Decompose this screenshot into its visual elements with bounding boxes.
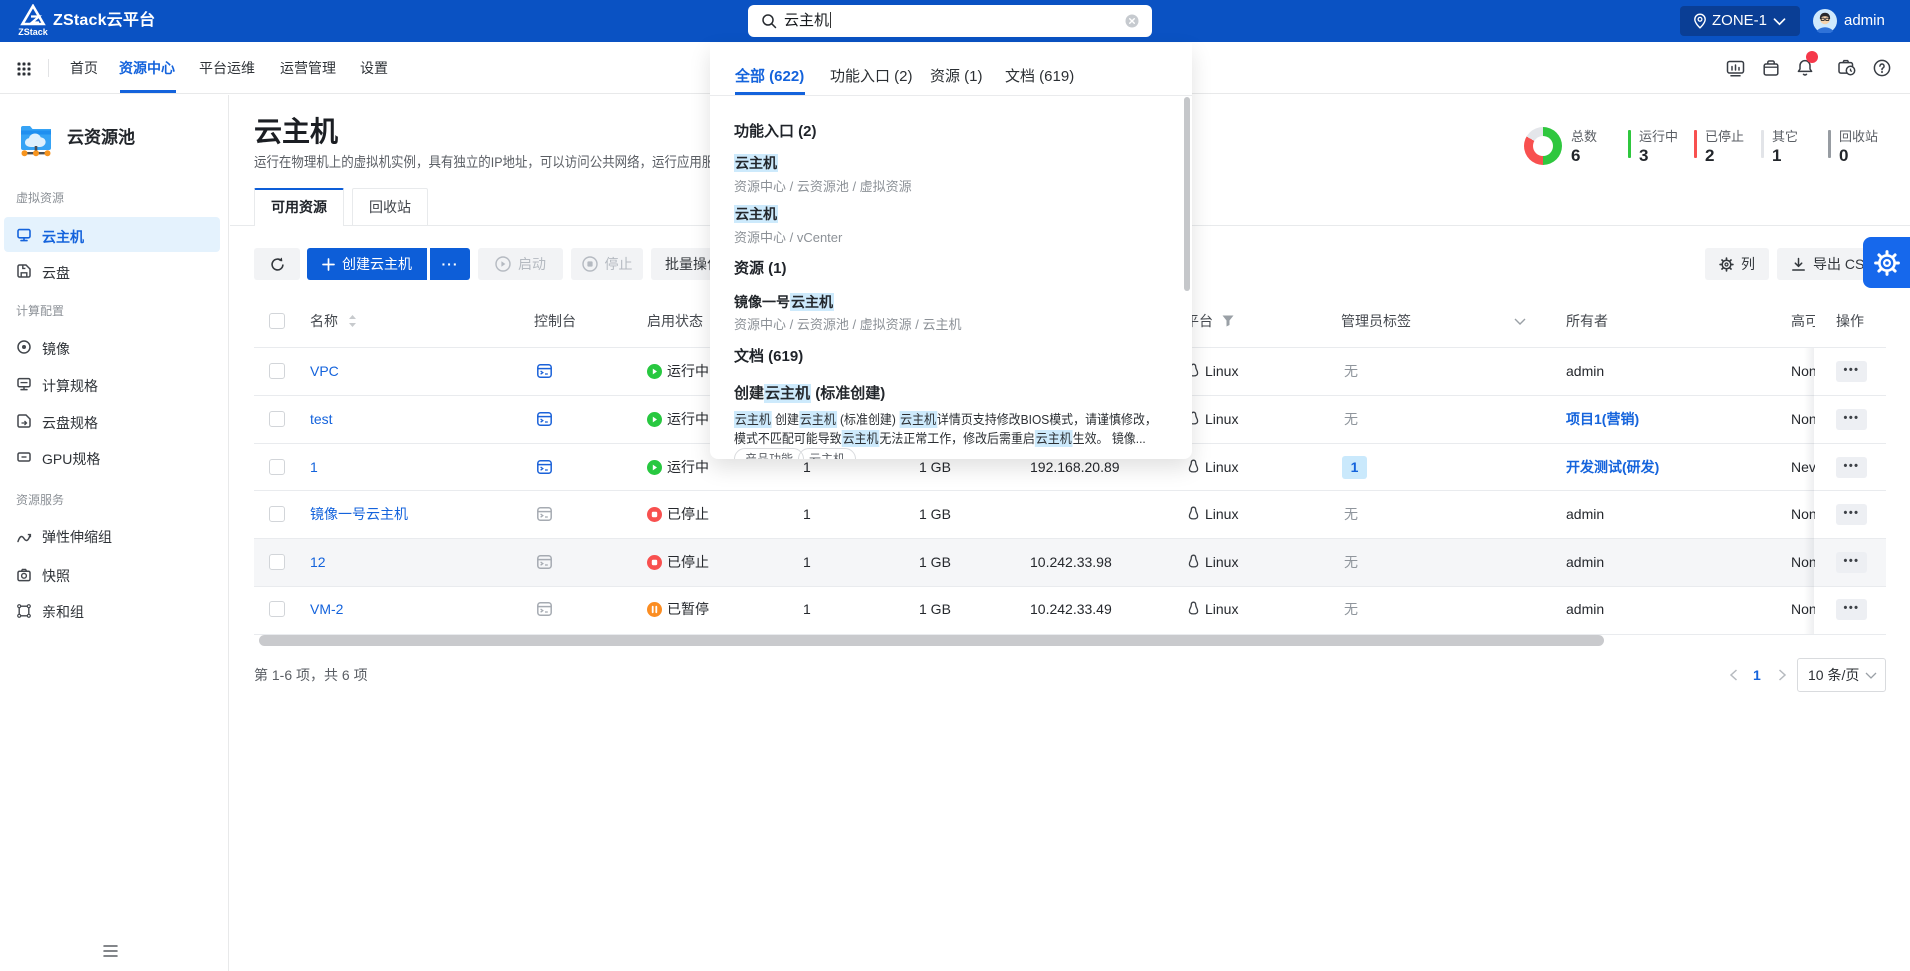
svg-text:ZStack: ZStack xyxy=(18,27,49,37)
